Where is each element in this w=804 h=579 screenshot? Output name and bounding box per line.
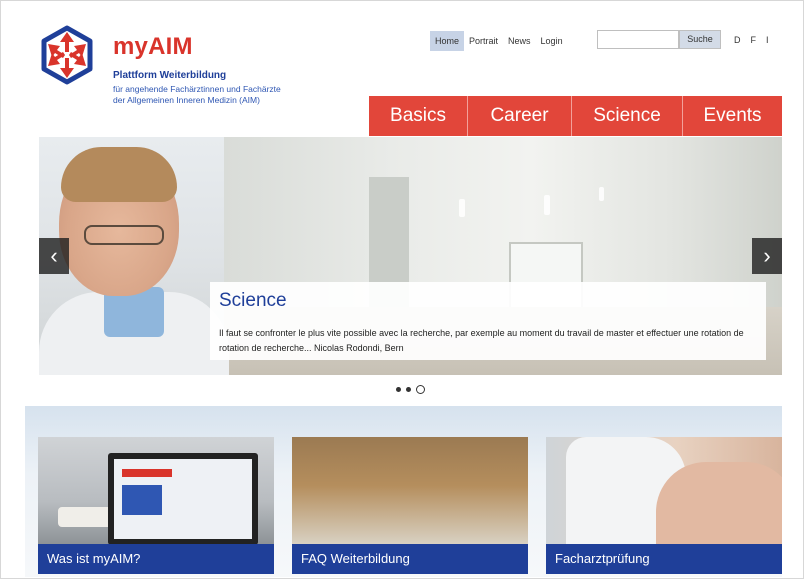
teaser-image-meeting — [292, 437, 528, 545]
mainnav-career[interactable]: Career — [467, 96, 571, 136]
arrows-star-logo-icon[interactable] — [36, 24, 98, 86]
search-button[interactable]: Suche — [679, 30, 721, 49]
teaser-card-faq-weiterbildung[interactable]: FAQ Weiterbildung — [292, 437, 528, 574]
teaser-image-patient-back — [656, 462, 782, 552]
teaser-card-was-ist-myaim[interactable]: Was ist myAIM? — [38, 437, 274, 574]
language-fr-link[interactable]: F — [751, 35, 757, 45]
teaser-image-examination — [546, 437, 782, 552]
topnav-home-link[interactable]: Home — [430, 31, 465, 51]
topnav-login-link[interactable]: Login — [536, 31, 568, 51]
teaser-image-computer-screen — [108, 453, 258, 545]
topnav-portrait-link[interactable]: Portrait — [464, 31, 503, 51]
top-navigation: Home Portrait News Login — [430, 31, 568, 51]
search-input[interactable] — [597, 30, 679, 49]
hero-ceiling-light — [459, 199, 465, 217]
monitor-screen-block — [122, 485, 162, 515]
teaser-card-label[interactable]: Was ist myAIM? — [38, 544, 274, 574]
teaser-card-facharztpruefung[interactable]: Facharztprüfung — [546, 437, 782, 574]
hero-caption-title[interactable]: Science — [219, 290, 287, 312]
main-navigation: Basics Career Science Events — [369, 96, 782, 136]
hero-person-hair — [61, 147, 177, 202]
slider-pagination — [396, 385, 425, 394]
teaser-card-label[interactable]: FAQ Weiterbildung — [292, 544, 528, 574]
brand-name[interactable]: myAIM — [113, 33, 193, 61]
teaser-image-monitor — [38, 437, 274, 545]
hero-ceiling-light — [544, 195, 550, 215]
brand-subtitle-line2: der Allgemeinen Inneren Medizin (AIM) — [113, 95, 260, 105]
monitor-screen — [114, 459, 252, 539]
language-switcher: D F I — [734, 35, 769, 45]
language-de-link[interactable]: D — [734, 35, 741, 45]
brand-subtitle-line1: für angehende Fachärztinnen und Fachärzt… — [113, 84, 281, 94]
slider-dot-1[interactable] — [396, 387, 401, 392]
topnav-news-link[interactable]: News — [503, 31, 536, 51]
mainnav-basics[interactable]: Basics — [369, 96, 467, 136]
slider-next-arrow-icon[interactable]: › — [752, 238, 782, 274]
teaser-card-label[interactable]: Facharztprüfung — [546, 544, 782, 574]
slider-dot-3-active[interactable] — [416, 385, 425, 394]
mainnav-events[interactable]: Events — [682, 96, 782, 136]
language-it-link[interactable]: I — [766, 35, 769, 45]
hero-person-glasses — [84, 225, 164, 245]
hero-ceiling-light — [599, 187, 604, 201]
monitor-screen-header — [122, 469, 172, 477]
mainnav-science[interactable]: Science — [571, 96, 682, 136]
hero-caption-text: Il faut se confronter le plus vite possi… — [219, 328, 744, 353]
hero-caption: Science Il faut se confronter le plus vi… — [210, 282, 766, 360]
slider-dot-2[interactable] — [406, 387, 411, 392]
brand-tagline: Plattform Weiterbildung — [113, 70, 227, 81]
slider-prev-arrow-icon[interactable]: ‹ — [39, 238, 69, 274]
